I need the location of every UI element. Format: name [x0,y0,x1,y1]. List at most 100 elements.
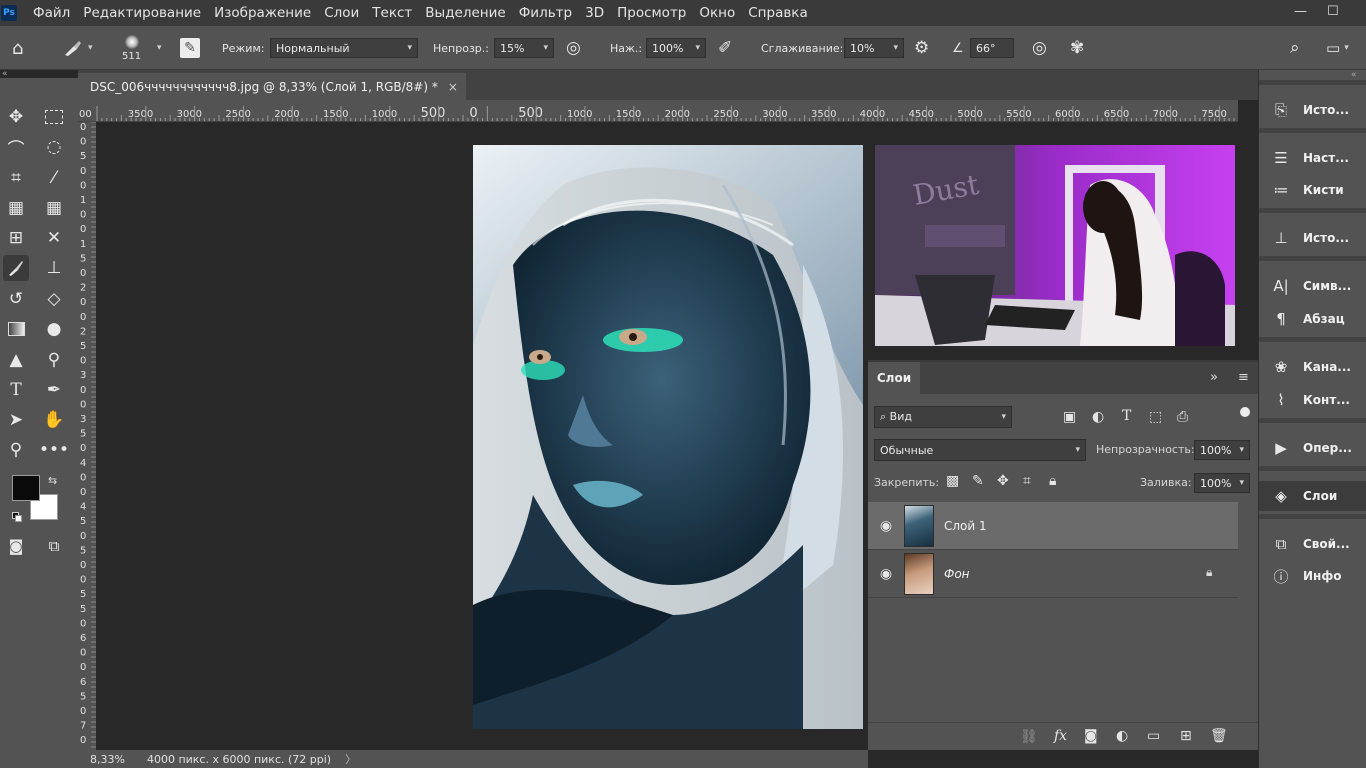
screen-mode-icon[interactable]: ⧉ [41,533,67,559]
pressure-opacity-icon[interactable]: ◎ [566,26,581,70]
panel-character[interactable]: A| Симв... [1259,271,1366,301]
lock-position-icon[interactable]: ✥ [997,473,1009,489]
group-folder-icon[interactable]: ▭ [1147,728,1160,744]
brush-tool-preset-icon[interactable]: ▾ [62,26,93,70]
opacity-input[interactable]: 15% ▾ [494,38,554,58]
new-layer-icon[interactable]: ⊞ [1180,728,1192,744]
hand-tool-icon[interactable]: ✋ [41,407,67,433]
smoothing-input[interactable]: 10% ▾ [844,38,904,58]
type-tool-icon[interactable]: T [3,377,29,403]
more-tools-icon[interactable]: ••• [39,437,69,463]
layer-row-layer-1[interactable]: ◉ Слой 1 [868,502,1238,550]
fill-input[interactable]: 100% ▾ [1194,473,1250,493]
panel-brush-settings[interactable]: ☰ Наст... [1259,143,1366,173]
menu-type[interactable]: Текст [372,5,412,21]
lock-paint-icon[interactable]: ✎ [972,473,984,489]
filter-toggle[interactable] [1240,407,1250,423]
document-tab[interactable]: DSC_006чччччччччччч8.jpg @ 8,33% (Слой 1… [78,73,466,100]
brush-settings-panel-icon[interactable]: ✎ [180,26,200,70]
menu-window[interactable]: Окно [699,5,735,21]
panel-paths[interactable]: ⌇ Конт... [1259,385,1366,415]
panel-history[interactable]: ⎘ Исто... [1259,95,1366,125]
swap-colors-icon[interactable]: ⇆ [48,474,57,487]
blur-tool-icon[interactable]: ● [41,316,67,342]
layer-row-background[interactable]: ◉ Фон 🔒︎ [868,550,1238,598]
brush-picker-caret-icon[interactable]: ▾ [153,26,162,70]
gear-icon[interactable]: ⚙ [914,26,929,70]
panel-clone-source[interactable]: ⊥ Исто... [1259,223,1366,253]
menu-edit[interactable]: Редактирование [83,5,201,21]
brush-size-picker[interactable]: 511 [122,26,141,70]
collapse-dock-icon[interactable]: « [1351,70,1357,80]
history-brush-tool-icon[interactable]: ↺ [3,286,29,312]
menu-image[interactable]: Изображение [214,5,311,21]
lock-all-icon[interactable]: 🔒︎ [1049,473,1056,489]
shape-filter-icon[interactable]: ⬚ [1149,409,1162,425]
crop-tool-icon[interactable]: ⌗ [3,165,29,191]
quick-selection-tool-icon[interactable]: ◌ [41,134,67,160]
marquee-tool-icon[interactable] [41,104,67,130]
pressure-input[interactable]: 100% ▾ [646,38,706,58]
layer-filter-select[interactable]: ⌕ Вид ▾ [874,406,1012,428]
panel-info[interactable]: ⓘ Инфо [1259,561,1366,591]
zoom-tool-icon[interactable]: ⚲ [3,437,29,463]
panel-properties[interactable]: ⧉ Свой... [1259,529,1366,559]
quick-mask-icon[interactable]: ◙ [3,533,29,559]
airbrush-icon[interactable]: ✐ [718,26,732,70]
eyedropper-tool-icon[interactable]: ⁄ [41,165,67,191]
lock-transparent-icon[interactable]: ▩ [946,473,959,489]
collapse-panel-icon[interactable]: » [1210,370,1218,385]
foreground-color-swatch-front[interactable] [12,475,40,501]
frame-tool-icon[interactable]: ⊞ [3,225,29,251]
dodge-tool-icon[interactable]: ▲ [3,347,29,373]
panel-actions[interactable]: ▶ Опер... [1259,433,1366,463]
workspace-icon[interactable]: ▭ ▾ [1326,26,1349,70]
eye-icon[interactable]: ◉ [868,566,904,582]
lasso-tool-icon[interactable]: ⌒ [3,134,29,160]
menu-filter[interactable]: Фильтр [519,5,572,21]
healing-brush-tool-icon[interactable]: ▦ [3,195,29,221]
maximize-button[interactable]: ☐ [1327,4,1339,19]
collapse-toolbar-icon[interactable]: « [0,70,78,79]
tab-layers[interactable]: Слои [868,362,920,394]
fx-icon[interactable]: fx [1054,728,1067,744]
layer-name[interactable]: Фон [944,567,970,581]
minimize-button[interactable]: — [1294,4,1307,19]
panel-paragraph[interactable]: ¶ Абзац [1259,304,1366,334]
layer-opacity-input[interactable]: 100% ▾ [1194,440,1250,460]
type-filter-icon[interactable]: T [1122,408,1131,424]
eraser-tool-icon[interactable]: ◇ [41,286,67,312]
lock-artboard-icon[interactable]: ⌗ [1023,473,1031,489]
document-canvas-image[interactable] [473,145,863,729]
adjustment-layer-icon[interactable]: ◐ [1116,728,1128,744]
default-colors-icon[interactable] [12,512,22,522]
brush-tool-icon[interactable] [3,255,29,281]
pixel-filter-icon[interactable]: ▣ [1063,409,1076,425]
menu-select[interactable]: Выделение [425,5,505,21]
status-menu-arrow-icon[interactable]: 〉 [345,751,356,767]
panel-menu-icon[interactable]: ≡ [1238,370,1249,385]
clone-stamp-tool-icon[interactable]: ⊥ [41,255,67,281]
burn-tool-icon[interactable]: ⚲ [41,347,67,373]
menu-file[interactable]: Файл [33,5,70,21]
content-aware-move-tool-icon[interactable]: ✕ [41,225,67,251]
add-mask-icon[interactable]: ◙ [1084,728,1098,744]
menu-layers[interactable]: Слои [324,5,359,21]
trash-icon[interactable]: 🗑︎ [1210,728,1228,744]
zoom-level[interactable]: 8,33% [90,753,125,766]
close-icon[interactable]: × [448,80,458,94]
panel-channels[interactable]: ❀ Кана... [1259,352,1366,382]
search-icon[interactable]: ⌕ [1290,26,1300,70]
eye-icon[interactable]: ◉ [868,518,904,534]
adjustment-filter-icon[interactable]: ◐ [1092,409,1104,425]
panel-brushes[interactable]: ≔ Кисти [1259,175,1366,205]
pen-tool-icon[interactable]: ✒ [41,377,67,403]
menu-help[interactable]: Справка [748,5,807,21]
gradient-tool-icon[interactable] [3,316,29,342]
path-selection-tool-icon[interactable]: ➤ [3,407,29,433]
menu-3d[interactable]: 3D [585,5,604,21]
blend-mode-select[interactable]: Обычные ▾ [874,439,1086,461]
symmetry-butterfly-icon[interactable]: ✾ [1070,26,1084,70]
mode-select[interactable]: Нормальный ▾ [270,38,418,58]
smart-object-filter-icon[interactable]: ⎙ [1177,409,1188,425]
